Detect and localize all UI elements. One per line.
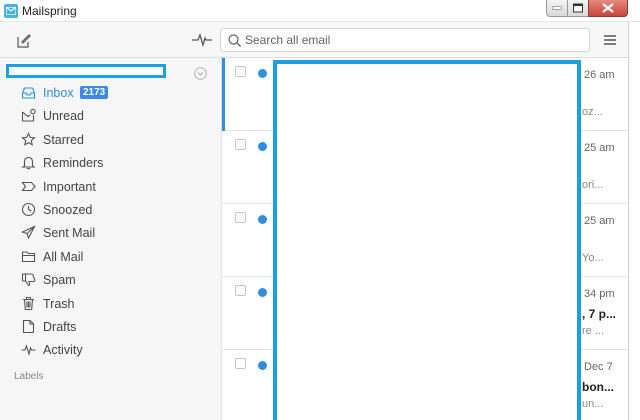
chevron-down-icon[interactable] xyxy=(194,67,207,80)
clock-icon xyxy=(21,202,36,217)
search-input[interactable] xyxy=(245,31,585,49)
draft-icon xyxy=(22,319,35,333)
message-checkbox[interactable] xyxy=(235,358,246,369)
maximize-button[interactable] xyxy=(567,0,589,17)
account-name-redacted[interactable] xyxy=(6,64,166,78)
unread-icon xyxy=(21,109,36,122)
compose-icon[interactable] xyxy=(16,33,32,49)
bell-icon xyxy=(21,157,36,170)
message-checkbox[interactable] xyxy=(235,139,246,150)
unread-indicator[interactable] xyxy=(258,361,267,370)
sidebar-item-label: Reminders xyxy=(43,156,104,171)
sidebar-item-sent-mail[interactable]: Sent Mail xyxy=(0,221,220,244)
toolbar xyxy=(0,22,640,58)
message-subject: , 7 p... xyxy=(582,307,617,321)
window-title: Mailspring xyxy=(22,4,77,18)
sidebar-item-label: All Mail xyxy=(43,249,84,264)
search-box[interactable] xyxy=(220,28,590,52)
sidebar-item-trash[interactable]: Trash xyxy=(0,292,220,315)
trash-icon xyxy=(23,296,34,310)
message-time: 25 am xyxy=(584,142,615,154)
sidebar-item-unread[interactable]: Unread xyxy=(0,104,220,127)
send-icon xyxy=(21,225,36,240)
activity-icon xyxy=(21,344,36,357)
important-icon xyxy=(21,181,36,191)
message-time: Dec 7 xyxy=(584,361,613,373)
window-right-edge xyxy=(628,22,640,420)
labels-section-heading: Labels xyxy=(14,371,44,382)
sidebar-item-label: Spam xyxy=(43,273,76,288)
close-button[interactable] xyxy=(588,0,628,17)
unread-count-badge: 2173 xyxy=(80,86,109,99)
message-snippet: oz... xyxy=(582,106,603,118)
star-icon xyxy=(21,131,36,146)
folder-list: Inbox 2173 Unread Starred Reminders Impo… xyxy=(0,81,220,362)
unread-indicator[interactable] xyxy=(258,69,267,78)
message-snippet: re ... xyxy=(582,325,605,337)
sidebar-item-label: Important xyxy=(43,179,96,194)
sidebar-item-reminders[interactable]: Reminders xyxy=(0,151,220,174)
message-time: 34 pm xyxy=(584,288,615,300)
title-bar: Mailspring xyxy=(0,0,640,22)
sidebar-item-snoozed[interactable]: Snoozed xyxy=(0,198,220,221)
sidebar-item-important[interactable]: Important xyxy=(0,175,220,198)
sidebar-item-label: Activity xyxy=(43,343,83,358)
unread-indicator[interactable] xyxy=(258,215,267,224)
sidebar-item-label: Starred xyxy=(43,132,84,147)
sidebar-item-label: Sent Mail xyxy=(43,226,96,241)
sidebar-item-label: Trash xyxy=(43,296,75,311)
message-time: 26 am xyxy=(584,69,615,81)
message-checkbox[interactable] xyxy=(235,285,246,296)
message-subject: bon... xyxy=(582,380,614,394)
minimize-button[interactable] xyxy=(546,0,568,17)
sidebar-item-spam[interactable]: Spam xyxy=(0,268,220,291)
sidebar: Inbox 2173 Unread Starred Reminders Impo… xyxy=(0,58,222,420)
activity-pulse-icon[interactable] xyxy=(192,32,212,48)
sidebar-item-activity[interactable]: Activity xyxy=(0,338,220,361)
message-checkbox[interactable] xyxy=(235,66,246,77)
inbox-icon xyxy=(21,87,36,99)
sidebar-item-label: Snoozed xyxy=(43,202,93,217)
thumbs-down-icon xyxy=(21,273,36,287)
search-icon xyxy=(228,34,241,47)
sidebar-item-drafts[interactable]: Drafts xyxy=(0,315,220,338)
mailspring-logo-icon xyxy=(4,4,18,18)
message-snippet: Yo... xyxy=(582,252,604,264)
redaction-box xyxy=(273,60,581,420)
folder-icon xyxy=(21,251,36,262)
sidebar-item-inbox[interactable]: Inbox 2173 xyxy=(0,81,220,104)
sidebar-item-all-mail[interactable]: All Mail xyxy=(0,245,220,268)
message-time: 25 am xyxy=(584,215,615,227)
unread-indicator[interactable] xyxy=(258,142,267,151)
message-snippet: ori... xyxy=(582,179,604,191)
sidebar-item-starred[interactable]: Starred xyxy=(0,128,220,151)
sidebar-item-label: Drafts xyxy=(43,319,77,334)
sidebar-item-label: Inbox xyxy=(43,86,74,100)
message-checkbox[interactable] xyxy=(235,212,246,223)
message-snippet: un... xyxy=(582,398,604,410)
sidebar-item-label: Unread xyxy=(43,109,84,124)
hamburger-menu-icon[interactable] xyxy=(603,34,617,46)
unread-indicator[interactable] xyxy=(258,288,267,297)
